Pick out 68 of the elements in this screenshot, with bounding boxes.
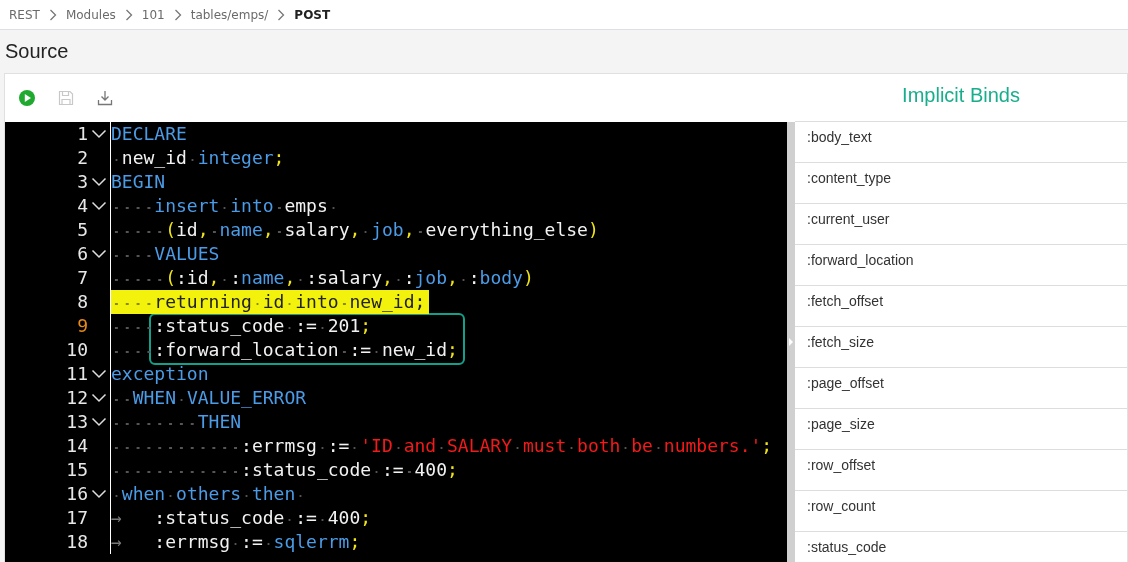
fold-icon[interactable] xyxy=(91,129,107,139)
line-number: 14 xyxy=(65,434,88,458)
line-number: 9 xyxy=(76,314,88,338)
bind-item[interactable]: :content_type xyxy=(795,163,1127,204)
line-number: 1 xyxy=(76,122,88,146)
download-button[interactable] xyxy=(95,88,115,108)
line-number: 3 xyxy=(76,170,88,194)
run-button[interactable] xyxy=(17,88,37,108)
code-line: :status_code := 400; xyxy=(111,458,462,482)
splitter-handle[interactable] xyxy=(787,122,795,562)
chevron-icon xyxy=(173,8,182,21)
bind-item[interactable]: :fetch_offset xyxy=(795,286,1127,327)
chevron-icon xyxy=(124,8,133,21)
line-number: 15 xyxy=(65,458,88,482)
code-line: when others then xyxy=(111,482,310,506)
line-number: 11 xyxy=(65,362,88,386)
breadcrumb-link[interactable]: tables/emps/ xyxy=(190,7,269,22)
code-line: (id, name, salary, job, everything_else) xyxy=(111,218,603,242)
code-line: :errmsg := 'ID and SALARY must both be numbers.'; xyxy=(111,434,776,458)
code-line: DECLARE xyxy=(111,122,188,146)
bind-item[interactable]: :body_text xyxy=(795,122,1127,163)
code-line: WHEN VALUE_ERROR xyxy=(111,386,310,410)
bind-item[interactable]: :page_offset xyxy=(795,368,1127,409)
fold-icon[interactable] xyxy=(91,393,107,403)
code-line: → :status_code := 400; xyxy=(111,506,373,530)
fold-icon[interactable] xyxy=(91,201,107,211)
bind-item[interactable]: :forward_location xyxy=(795,245,1127,286)
bind-item[interactable]: :page_size xyxy=(795,409,1127,450)
code-editor[interactable] xyxy=(5,122,787,562)
code-line: new_id integer; xyxy=(111,146,288,170)
code-line: BEGIN xyxy=(111,170,167,194)
bind-item[interactable]: :row_offset xyxy=(795,450,1127,491)
line-number: 8 xyxy=(76,290,88,314)
fold-icon[interactable] xyxy=(91,489,107,499)
line-number: 4 xyxy=(76,194,88,218)
line-number: 10 xyxy=(65,338,88,362)
bind-item[interactable]: :current_user xyxy=(795,204,1127,245)
line-number: 7 xyxy=(76,266,88,290)
chevron-icon xyxy=(48,8,57,21)
section-title: Source xyxy=(4,39,70,64)
fold-icon[interactable] xyxy=(91,417,107,427)
bind-item[interactable]: :fetch_size xyxy=(795,327,1127,368)
fold-icon[interactable] xyxy=(91,249,107,259)
code-line: exception xyxy=(111,362,210,386)
breadcrumb-link[interactable]: POST xyxy=(294,7,331,22)
breadcrumb-link[interactable]: 101 xyxy=(141,7,165,22)
breadcrumb-link[interactable]: REST xyxy=(9,7,40,22)
code-line: insert into emps xyxy=(111,194,342,218)
line-number: 5 xyxy=(76,218,88,242)
line-number: 17 xyxy=(65,506,88,530)
bind-item[interactable]: :status_code xyxy=(795,532,1127,562)
code-line: (:id, :name, :salary, :job, :body) xyxy=(111,266,537,290)
bind-item[interactable]: :row_count xyxy=(795,491,1127,532)
line-number: 18 xyxy=(65,530,88,554)
line-number: 16 xyxy=(65,482,88,506)
line-number: 2 xyxy=(76,146,88,170)
line-number: 6 xyxy=(76,242,88,266)
breadcrumb-link[interactable]: Modules xyxy=(65,7,116,22)
chevron-icon xyxy=(277,8,286,21)
code-line: VALUES xyxy=(111,242,223,266)
code-line: → :errmsg := sqlerrm; xyxy=(111,530,362,554)
fold-icon[interactable] xyxy=(91,369,107,379)
line-number: 13 xyxy=(65,410,88,434)
code-line: :forward_location := new_id; xyxy=(111,338,462,362)
code-line: :status_code := 201; xyxy=(111,314,375,338)
fold-icon[interactable] xyxy=(91,177,107,187)
line-number: 12 xyxy=(65,386,88,410)
panel-title: Implicit Binds xyxy=(795,74,1127,122)
